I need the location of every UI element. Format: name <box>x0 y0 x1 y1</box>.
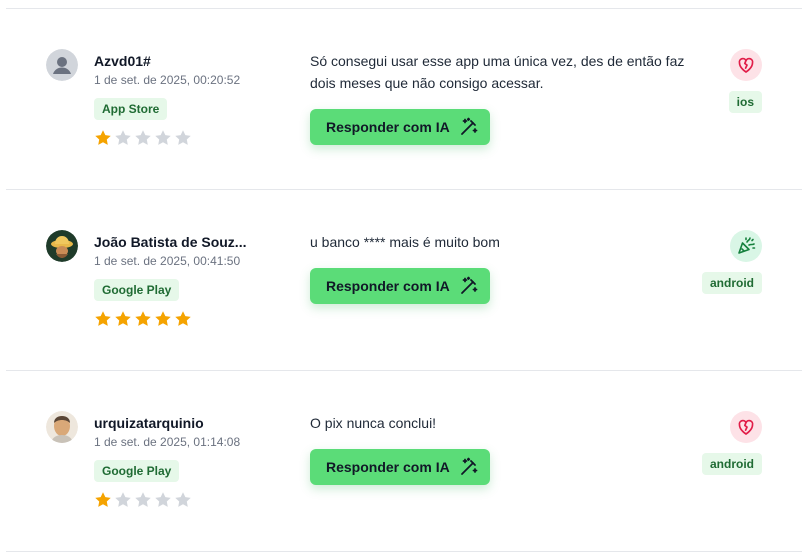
star-empty-icon <box>134 491 152 509</box>
sentiment-badge <box>730 230 762 262</box>
platform-badge: android <box>702 272 762 294</box>
avatar <box>46 411 78 443</box>
review-comment: O pix nunca conclui! <box>310 415 437 431</box>
reply-button-label: Responder com IA <box>326 459 450 475</box>
reply-button-label: Responder com IA <box>326 278 450 294</box>
review-comment: Só consegui usar esse app uma única vez,… <box>310 53 685 91</box>
review-date: 1 de set. de 2025, 00:41:50 <box>94 254 241 268</box>
magic-wand-icon <box>459 457 479 477</box>
reply-with-ai-button[interactable]: Responder com IA <box>310 268 490 304</box>
sentiment-badge <box>730 49 762 81</box>
star-filled-icon <box>94 491 112 509</box>
star-filled-icon <box>94 310 112 328</box>
star-empty-icon <box>154 129 172 147</box>
star-empty-icon <box>174 129 192 147</box>
reviews-list: Azvd01# 1 de set. de 2025, 00:20:52 App … <box>0 0 812 554</box>
broken-heart-icon <box>736 417 756 437</box>
star-rating <box>94 310 194 328</box>
store-badge: Google Play <box>94 460 180 482</box>
review-author: urquizatarquinio <box>94 415 204 431</box>
avatar <box>46 230 78 262</box>
review-date: 1 de set. de 2025, 00:20:52 <box>94 73 241 87</box>
party-popper-icon <box>735 235 757 257</box>
reply-with-ai-button[interactable]: Responder com IA <box>310 449 490 485</box>
review-comment: u banco **** mais é muito bom <box>310 234 500 250</box>
star-empty-icon <box>154 491 172 509</box>
review-card: Azvd01# 1 de set. de 2025, 00:20:52 App … <box>0 9 812 189</box>
store-badge: Google Play <box>94 279 180 301</box>
review-card: urquizatarquinio 1 de set. de 2025, 01:1… <box>0 371 812 551</box>
broken-heart-icon <box>736 55 756 75</box>
reply-button-label: Responder com IA <box>326 119 450 135</box>
star-rating <box>94 491 194 509</box>
sentiment-badge <box>730 411 762 443</box>
magic-wand-icon <box>459 117 479 137</box>
star-filled-icon <box>134 310 152 328</box>
avatar <box>46 49 78 81</box>
review-author: João Batista de Souz... <box>94 234 247 250</box>
platform-badge: ios <box>728 91 762 113</box>
store-badge: App Store <box>94 98 168 120</box>
star-empty-icon <box>114 129 132 147</box>
star-filled-icon <box>94 129 112 147</box>
review-author: Azvd01# <box>94 53 151 69</box>
star-filled-icon <box>174 310 192 328</box>
reply-with-ai-button[interactable]: Responder com IA <box>310 109 490 145</box>
platform-badge: android <box>702 453 762 475</box>
star-filled-icon <box>154 310 172 328</box>
star-empty-icon <box>134 129 152 147</box>
star-filled-icon <box>114 310 132 328</box>
star-empty-icon <box>174 491 192 509</box>
review-date: 1 de set. de 2025, 01:14:08 <box>94 435 241 449</box>
divider <box>6 551 802 552</box>
star-rating <box>94 129 194 147</box>
star-empty-icon <box>114 491 132 509</box>
review-card: João Batista de Souz... 1 de set. de 202… <box>0 190 812 370</box>
magic-wand-icon <box>459 276 479 296</box>
